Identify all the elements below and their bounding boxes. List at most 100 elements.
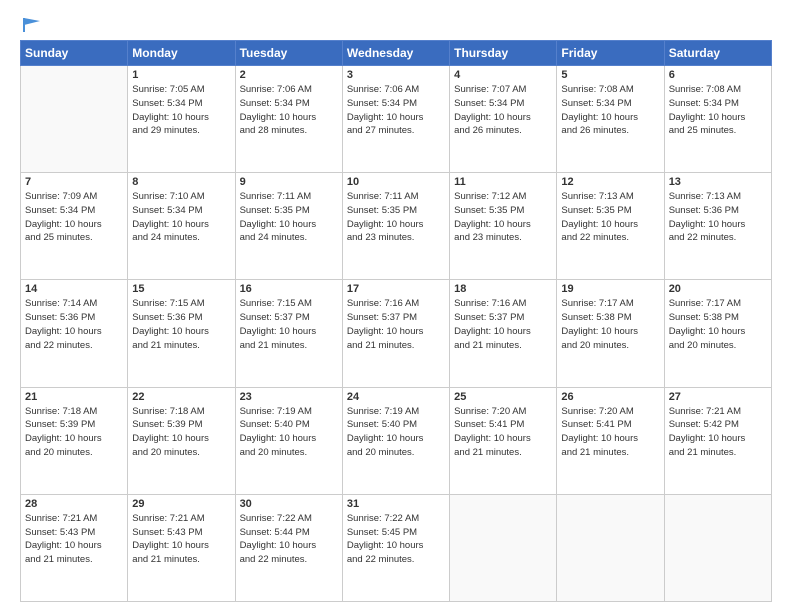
day-info: Sunrise: 7:21 AMSunset: 5:43 PMDaylight:… xyxy=(25,512,123,567)
day-info: Sunrise: 7:17 AMSunset: 5:38 PMDaylight:… xyxy=(561,297,659,352)
calendar-cell: 11 Sunrise: 7:12 AMSunset: 5:35 PMDayligh… xyxy=(450,173,557,280)
logo-flag-icon xyxy=(22,16,42,34)
day-info: Sunrise: 7:05 AMSunset: 5:34 PMDaylight:… xyxy=(132,83,230,138)
day-number: 5 xyxy=(561,69,659,81)
calendar-cell: 7 Sunrise: 7:09 AMSunset: 5:34 PMDaylight… xyxy=(21,173,128,280)
day-info: Sunrise: 7:21 AMSunset: 5:43 PMDaylight:… xyxy=(132,512,230,567)
day-info: Sunrise: 7:21 AMSunset: 5:42 PMDaylight:… xyxy=(669,405,767,460)
day-info: Sunrise: 7:18 AMSunset: 5:39 PMDaylight:… xyxy=(132,405,230,460)
day-number: 20 xyxy=(669,283,767,295)
calendar-cell: 5 Sunrise: 7:08 AMSunset: 5:34 PMDaylight… xyxy=(557,66,664,173)
calendar-cell: 16 Sunrise: 7:15 AMSunset: 5:37 PMDayligh… xyxy=(235,280,342,387)
calendar-cell: 1 Sunrise: 7:05 AMSunset: 5:34 PMDaylight… xyxy=(128,66,235,173)
day-number: 6 xyxy=(669,69,767,81)
day-number: 16 xyxy=(240,283,338,295)
day-number: 13 xyxy=(669,176,767,188)
calendar-cell: 8 Sunrise: 7:10 AMSunset: 5:34 PMDaylight… xyxy=(128,173,235,280)
day-number: 25 xyxy=(454,391,552,403)
day-info: Sunrise: 7:20 AMSunset: 5:41 PMDaylight:… xyxy=(561,405,659,460)
day-number: 3 xyxy=(347,69,445,81)
day-info: Sunrise: 7:22 AMSunset: 5:45 PMDaylight:… xyxy=(347,512,445,567)
day-number: 27 xyxy=(669,391,767,403)
day-info: Sunrise: 7:06 AMSunset: 5:34 PMDaylight:… xyxy=(347,83,445,138)
day-number: 8 xyxy=(132,176,230,188)
day-number: 26 xyxy=(561,391,659,403)
day-number: 17 xyxy=(347,283,445,295)
header xyxy=(20,18,772,30)
calendar-table: SundayMondayTuesdayWednesdayThursdayFrid… xyxy=(20,40,772,602)
calendar-cell: 31 Sunrise: 7:22 AMSunset: 5:45 PMDayligh… xyxy=(342,494,449,601)
calendar-cell xyxy=(21,66,128,173)
day-info: Sunrise: 7:10 AMSunset: 5:34 PMDaylight:… xyxy=(132,190,230,245)
calendar-cell: 12Sunrise: 7:13 AMSunset: 5:35 PMDayligh… xyxy=(557,173,664,280)
calendar-cell: 25Sunrise: 7:20 AMSunset: 5:41 PMDayligh… xyxy=(450,387,557,494)
day-info: Sunrise: 7:08 AMSunset: 5:34 PMDaylight:… xyxy=(561,83,659,138)
day-number: 10 xyxy=(347,176,445,188)
calendar-cell: 4Sunrise: 7:07 AMSunset: 5:34 PMDaylight… xyxy=(450,66,557,173)
calendar-cell: 9 Sunrise: 7:11 AMSunset: 5:35 PMDaylight… xyxy=(235,173,342,280)
week-row-1: 1 Sunrise: 7:05 AMSunset: 5:34 PMDaylight… xyxy=(21,66,772,173)
day-number: 2 xyxy=(240,69,338,81)
day-number: 24 xyxy=(347,391,445,403)
calendar-cell: 20 Sunrise: 7:17 AMSunset: 5:38 PMDayligh… xyxy=(664,280,771,387)
day-number: 23 xyxy=(240,391,338,403)
day-info: Sunrise: 7:12 AMSunset: 5:35 PMDaylight:… xyxy=(454,190,552,245)
day-number: 4 xyxy=(454,69,552,81)
weekday-header-sunday: Sunday xyxy=(21,41,128,66)
day-info: Sunrise: 7:06 AMSunset: 5:34 PMDaylight:… xyxy=(240,83,338,138)
calendar-cell: 10 Sunrise: 7:11 AMSunset: 5:35 PMDayligh… xyxy=(342,173,449,280)
calendar-cell xyxy=(664,494,771,601)
calendar-cell: 28 Sunrise: 7:21 AMSunset: 5:43 PMDayligh… xyxy=(21,494,128,601)
day-number: 19 xyxy=(561,283,659,295)
logo xyxy=(20,18,42,30)
weekday-header-friday: Friday xyxy=(557,41,664,66)
calendar-cell: 3 Sunrise: 7:06 AMSunset: 5:34 PMDaylight… xyxy=(342,66,449,173)
calendar-cell: 18 Sunrise: 7:16 AMSunset: 5:37 PMDayligh… xyxy=(450,280,557,387)
day-info: Sunrise: 7:19 AMSunset: 5:40 PMDaylight:… xyxy=(240,405,338,460)
day-info: Sunrise: 7:18 AMSunset: 5:39 PMDaylight:… xyxy=(25,405,123,460)
day-number: 30 xyxy=(240,498,338,510)
day-number: 1 xyxy=(132,69,230,81)
weekday-header-wednesday: Wednesday xyxy=(342,41,449,66)
weekday-header-saturday: Saturday xyxy=(664,41,771,66)
day-info: Sunrise: 7:16 AMSunset: 5:37 PMDaylight:… xyxy=(454,297,552,352)
day-number: 9 xyxy=(240,176,338,188)
calendar-cell: 17 Sunrise: 7:16 AMSunset: 5:37 PMDayligh… xyxy=(342,280,449,387)
calendar-cell: 26 Sunrise: 7:20 AMSunset: 5:41 PMDayligh… xyxy=(557,387,664,494)
calendar-cell: 30 Sunrise: 7:22 AMSunset: 5:44 PMDayligh… xyxy=(235,494,342,601)
day-info: Sunrise: 7:16 AMSunset: 5:37 PMDaylight:… xyxy=(347,297,445,352)
day-number: 11 xyxy=(454,176,552,188)
calendar-cell: 6 Sunrise: 7:08 AMSunset: 5:34 PMDaylight… xyxy=(664,66,771,173)
calendar-cell: 22 Sunrise: 7:18 AMSunset: 5:39 PMDayligh… xyxy=(128,387,235,494)
day-number: 18 xyxy=(454,283,552,295)
day-number: 14 xyxy=(25,283,123,295)
day-info: Sunrise: 7:22 AMSunset: 5:44 PMDaylight:… xyxy=(240,512,338,567)
day-number: 22 xyxy=(132,391,230,403)
week-row-2: 7 Sunrise: 7:09 AMSunset: 5:34 PMDaylight… xyxy=(21,173,772,280)
day-number: 28 xyxy=(25,498,123,510)
calendar-cell: 15Sunrise: 7:15 AMSunset: 5:36 PMDayligh… xyxy=(128,280,235,387)
weekday-header-tuesday: Tuesday xyxy=(235,41,342,66)
day-info: Sunrise: 7:08 AMSunset: 5:34 PMDaylight:… xyxy=(669,83,767,138)
day-number: 31 xyxy=(347,498,445,510)
day-info: Sunrise: 7:11 AMSunset: 5:35 PMDaylight:… xyxy=(347,190,445,245)
day-info: Sunrise: 7:19 AMSunset: 5:40 PMDaylight:… xyxy=(347,405,445,460)
day-info: Sunrise: 7:17 AMSunset: 5:38 PMDaylight:… xyxy=(669,297,767,352)
calendar-cell: 29 Sunrise: 7:21 AMSunset: 5:43 PMDayligh… xyxy=(128,494,235,601)
weekday-header-monday: Monday xyxy=(128,41,235,66)
calendar-cell: 19 Sunrise: 7:17 AMSunset: 5:38 PMDayligh… xyxy=(557,280,664,387)
calendar-cell: 24 Sunrise: 7:19 AMSunset: 5:40 PMDayligh… xyxy=(342,387,449,494)
week-row-3: 14 Sunrise: 7:14 AMSunset: 5:36 PMDayligh… xyxy=(21,280,772,387)
day-info: Sunrise: 7:09 AMSunset: 5:34 PMDaylight:… xyxy=(25,190,123,245)
weekday-header-thursday: Thursday xyxy=(450,41,557,66)
day-info: Sunrise: 7:11 AMSunset: 5:35 PMDaylight:… xyxy=(240,190,338,245)
day-number: 21 xyxy=(25,391,123,403)
day-info: Sunrise: 7:15 AMSunset: 5:37 PMDaylight:… xyxy=(240,297,338,352)
calendar-cell: 21 Sunrise: 7:18 AMSunset: 5:39 PMDayligh… xyxy=(21,387,128,494)
day-number: 29 xyxy=(132,498,230,510)
calendar-cell: 27 Sunrise: 7:21 AMSunset: 5:42 PMDayligh… xyxy=(664,387,771,494)
calendar-cell xyxy=(557,494,664,601)
day-info: Sunrise: 7:14 AMSunset: 5:36 PMDaylight:… xyxy=(25,297,123,352)
day-number: 7 xyxy=(25,176,123,188)
calendar-cell: 14 Sunrise: 7:14 AMSunset: 5:36 PMDayligh… xyxy=(21,280,128,387)
